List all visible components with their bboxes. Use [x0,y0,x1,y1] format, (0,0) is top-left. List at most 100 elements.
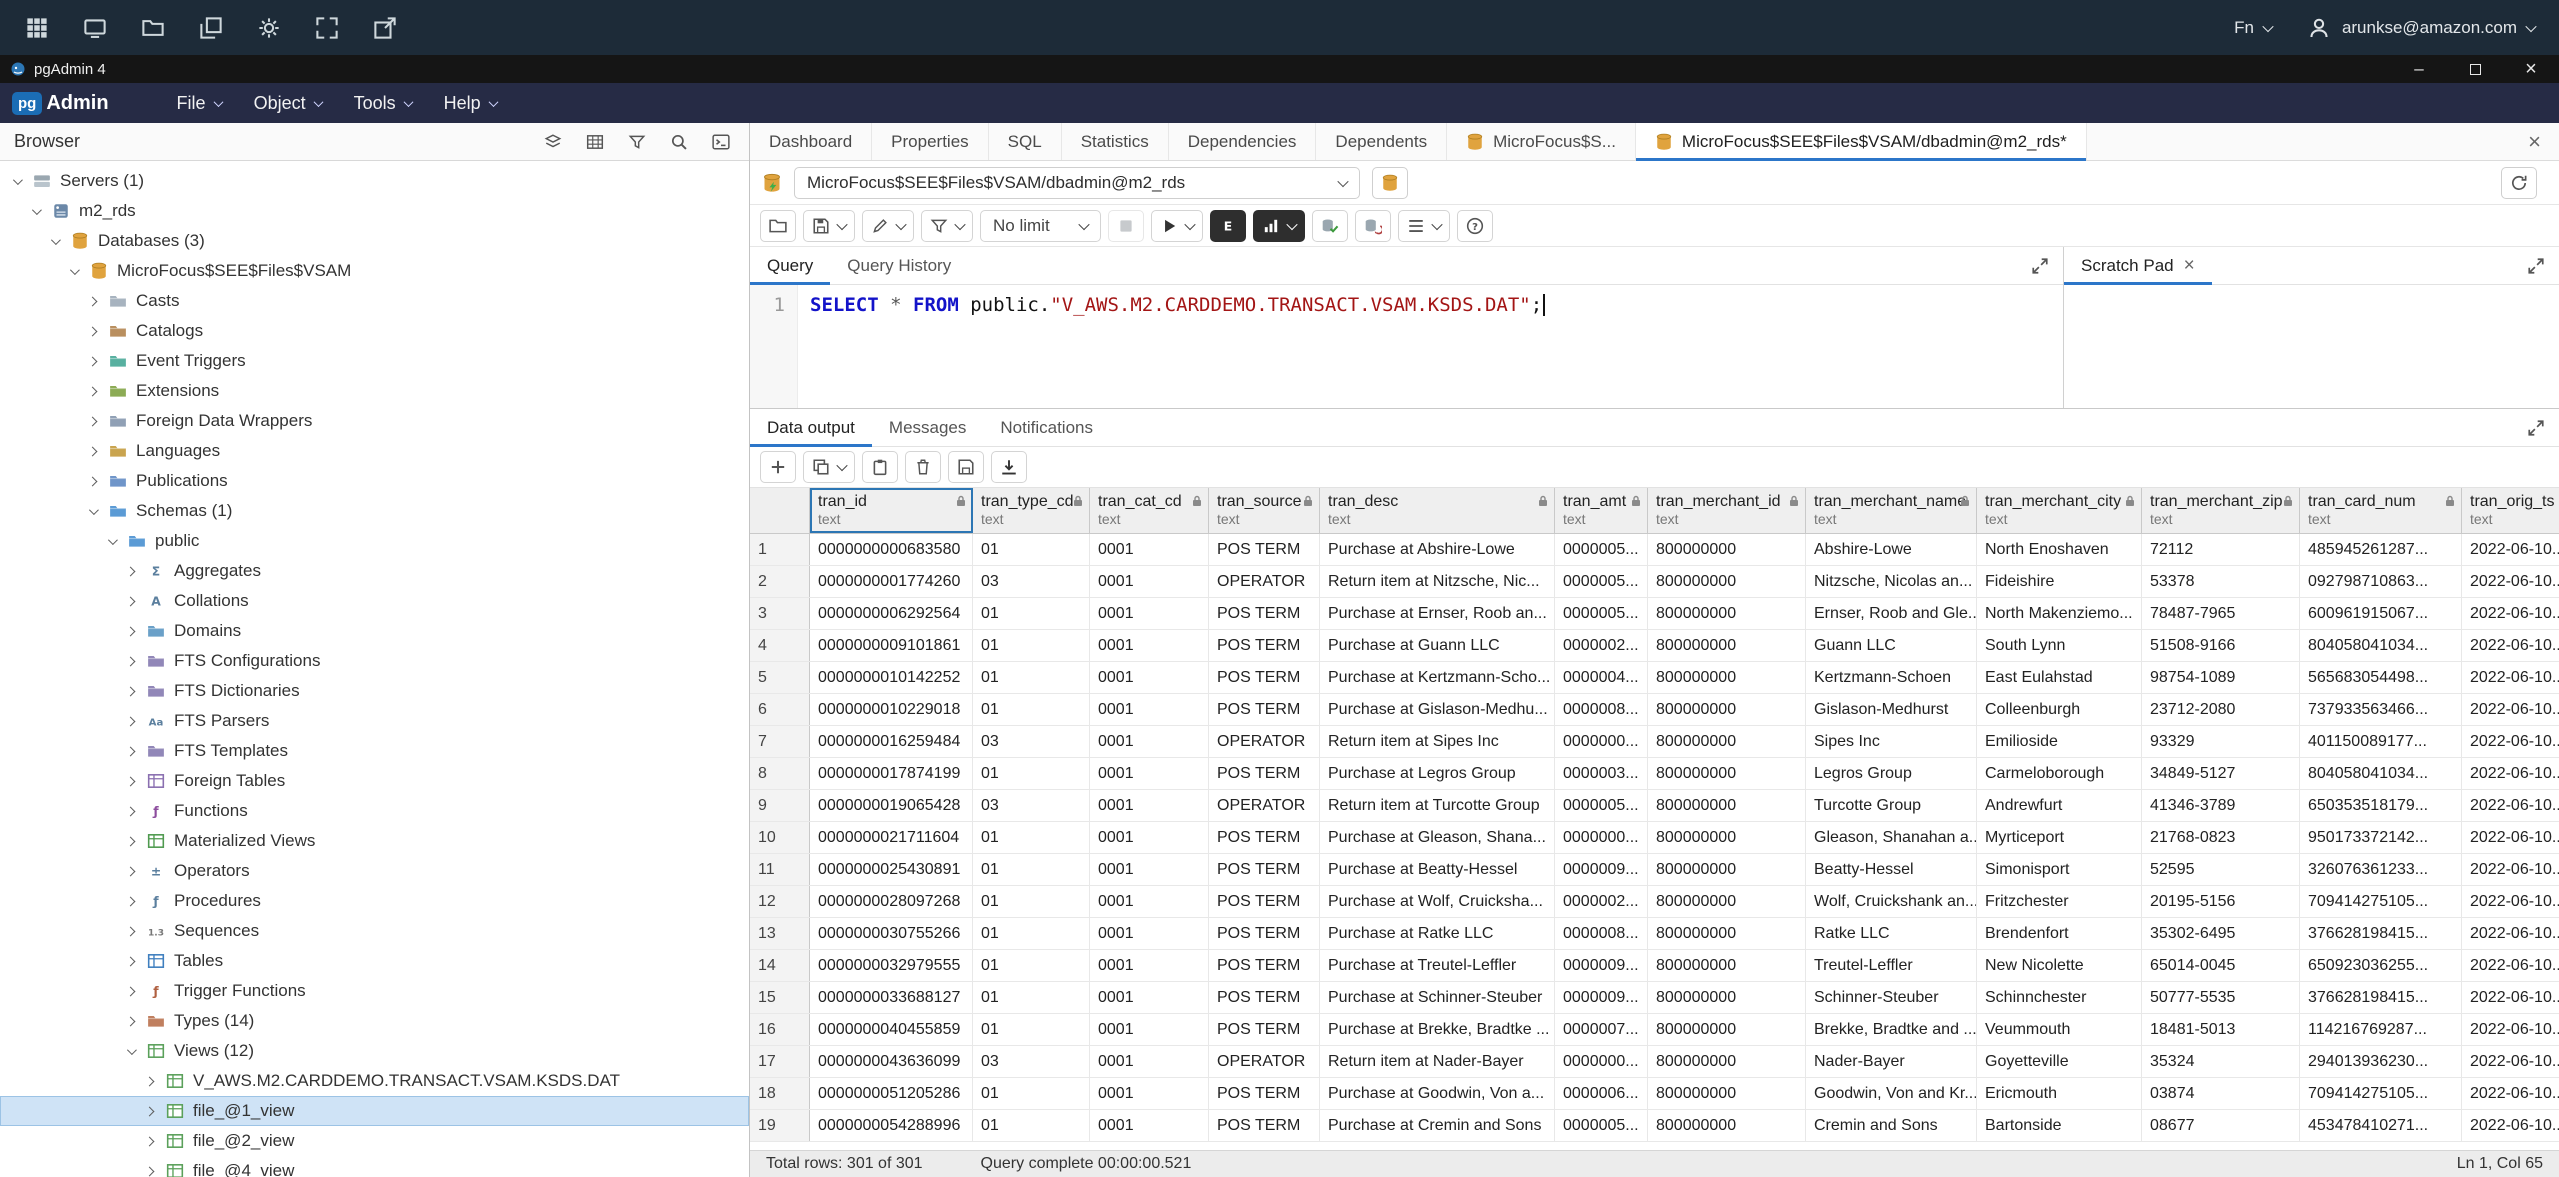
settings-icon[interactable] [256,15,282,41]
cell-tran_id[interactable]: 0000000001774260 [810,566,973,597]
chevron-down-icon[interactable] [895,218,906,229]
row-number[interactable]: 14 [750,950,810,981]
cell-tran_merchant_zip[interactable]: 98754-1089 [2142,662,2300,693]
cell-tran_desc[interactable]: Purchase at Beatty-Hessel [1320,854,1555,885]
cell-tran_type_cd[interactable]: 01 [973,918,1090,949]
cell-tran_cat_cd[interactable]: 0001 [1090,886,1209,917]
cell-tran_merchant_city[interactable]: Veummouth [1977,1014,2142,1045]
cell-tran_merchant_city[interactable]: Ericmouth [1977,1078,2142,1109]
cell-tran_orig_ts[interactable]: 2022-06-10... [2462,662,2559,693]
tree-item-casts[interactable]: Casts [0,286,749,316]
tree-item-v-aws-m2-carddemo-transact-vsam-ksds-dat[interactable]: V_AWS.M2.CARDDEMO.TRANSACT.VSAM.KSDS.DAT [0,1066,749,1096]
cell-tran_merchant_name[interactable]: Ernser, Roob and Gle... [1806,598,1977,629]
chevron-down-icon[interactable] [1184,218,1195,229]
cell-tran_id[interactable]: 0000000019065428 [810,790,973,821]
cell-tran_orig_ts[interactable]: 2022-06-10... [2462,630,2559,661]
cell-tran_merchant_city[interactable]: Andrewfurt [1977,790,2142,821]
column-header-tran_desc[interactable]: tran_desctext [1320,488,1555,533]
cell-tran_source[interactable]: POS TERM [1209,822,1320,853]
cell-tran_type_cd[interactable]: 01 [973,1014,1090,1045]
tree-item-materialized-views[interactable]: Materialized Views [0,826,749,856]
tab-properties[interactable]: Properties [872,123,988,160]
cell-tran_source[interactable]: POS TERM [1209,854,1320,885]
fn-menu[interactable]: Fn [2234,18,2272,38]
cell-tran_cat_cd[interactable]: 0001 [1090,854,1209,885]
cell-tran_merchant_id[interactable]: 800000000 [1648,918,1806,949]
cell-tran_id[interactable]: 0000000000683580 [810,534,973,565]
commit-button[interactable] [1312,210,1348,242]
delete-button[interactable] [905,451,941,483]
cell-tran_desc[interactable]: Purchase at Ernser, Roob an... [1320,598,1555,629]
cell-tran_merchant_name[interactable]: Gleason, Shanahan a... [1806,822,1977,853]
cell-tran_desc[interactable]: Return item at Sipes Inc [1320,726,1555,757]
cell-tran_card_num[interactable]: 950173372142... [2300,822,2462,853]
cell-tran_merchant_zip[interactable]: 34849-5127 [2142,758,2300,789]
chevron-down-icon[interactable] [65,268,81,275]
cell-tran_source[interactable]: POS TERM [1209,694,1320,725]
column-header-tran_cat_cd[interactable]: tran_cat_cdtext [1090,488,1209,533]
external-link-icon[interactable] [372,15,398,41]
tree-item-functions[interactable]: ƒFunctions [0,796,749,826]
cell-tran_amt[interactable]: 0000000... [1555,726,1648,757]
cell-tran_orig_ts[interactable]: 2022-06-10... [2462,758,2559,789]
cell-tran_source[interactable]: POS TERM [1209,950,1320,981]
chevron-right-icon[interactable] [84,418,100,425]
cell-tran_merchant_city[interactable]: Schinnchester [1977,982,2142,1013]
cell-tran_merchant_city[interactable]: South Lynn [1977,630,2142,661]
cell-tran_merchant_id[interactable]: 800000000 [1648,662,1806,693]
cell-tran_desc[interactable]: Return item at Turcotte Group [1320,790,1555,821]
cell-tran_merchant_name[interactable]: Legros Group [1806,758,1977,789]
new-connection-button[interactable] [1372,167,1408,199]
rollback-button[interactable] [1355,210,1391,242]
cell-tran_desc[interactable]: Purchase at Wolf, Cruicksha... [1320,886,1555,917]
tree-item-trigger-functions[interactable]: ƒTrigger Functions [0,976,749,1006]
chevron-right-icon[interactable] [122,568,138,575]
chevron-right-icon[interactable] [84,388,100,395]
apps-icon[interactable] [24,15,50,41]
cell-tran_orig_ts[interactable]: 2022-06-10... [2462,1110,2559,1141]
cell-tran_merchant_name[interactable]: Beatty-Hessel [1806,854,1977,885]
cell-tran_card_num[interactable]: 565683054498... [2300,662,2462,693]
chevron-down-icon[interactable] [1431,218,1442,229]
maximize-button[interactable] [2447,55,2503,83]
chevron-right-icon[interactable] [122,658,138,665]
save-data-button[interactable] [948,451,984,483]
cell-tran_merchant_id[interactable]: 800000000 [1648,1046,1806,1077]
macro-button[interactable] [1398,210,1450,242]
chevron-right-icon[interactable] [122,1018,138,1025]
cell-tran_card_num[interactable]: 485945261287... [2300,534,2462,565]
cell-tran_amt[interactable]: 0000005... [1555,1110,1648,1141]
cell-tran_orig_ts[interactable]: 2022-06-10... [2462,918,2559,949]
tab-microfocus-see-files-vsam-dbadmin-m2-rds[interactable]: MicroFocus$SEE$Files$VSAM/dbadmin@m2_rds… [1636,123,2087,160]
tree-item-sequences[interactable]: 1.3Sequences [0,916,749,946]
cell-tran_card_num[interactable]: 737933563466... [2300,694,2462,725]
tree-item-servers-1[interactable]: Servers (1) [0,166,749,196]
cell-tran_type_cd[interactable]: 01 [973,1078,1090,1109]
chevron-right-icon[interactable] [122,598,138,605]
cell-tran_source[interactable]: POS TERM [1209,918,1320,949]
column-header-tran_card_num[interactable]: tran_card_numtext [2300,488,2462,533]
cell-tran_card_num[interactable]: 804058041034... [2300,758,2462,789]
tab-notifications[interactable]: Notifications [983,409,1110,446]
cell-tran_id[interactable]: 0000000032979555 [810,950,973,981]
chevron-right-icon[interactable] [84,298,100,305]
cell-tran_cat_cd[interactable]: 0001 [1090,1046,1209,1077]
cell-tran_amt[interactable]: 0000002... [1555,886,1648,917]
chevron-down-icon[interactable] [27,208,43,215]
column-header-tran_merchant_name[interactable]: tran_merchant_nametext [1806,488,1977,533]
menu-help[interactable]: Help [428,83,513,123]
chevron-right-icon[interactable] [122,928,138,935]
cell-tran_type_cd[interactable]: 03 [973,726,1090,757]
cell-tran_amt[interactable]: 0000005... [1555,790,1648,821]
tree-item-foreign-data-wrappers[interactable]: Foreign Data Wrappers [0,406,749,436]
cell-tran_type_cd[interactable]: 01 [973,534,1090,565]
tree-item-catalogs[interactable]: Catalogs [0,316,749,346]
tree-item-public[interactable]: public [0,526,749,556]
cell-tran_desc[interactable]: Purchase at Gleason, Shana... [1320,822,1555,853]
row-number[interactable]: 9 [750,790,810,821]
cell-tran_merchant_city[interactable]: East Eulahstad [1977,662,2142,693]
explain-button[interactable]: E [1210,210,1246,242]
cell-tran_merchant_name[interactable]: Cremin and Sons [1806,1110,1977,1141]
cell-tran_merchant_zip[interactable]: 08677 [2142,1110,2300,1141]
cell-tran_cat_cd[interactable]: 0001 [1090,982,1209,1013]
